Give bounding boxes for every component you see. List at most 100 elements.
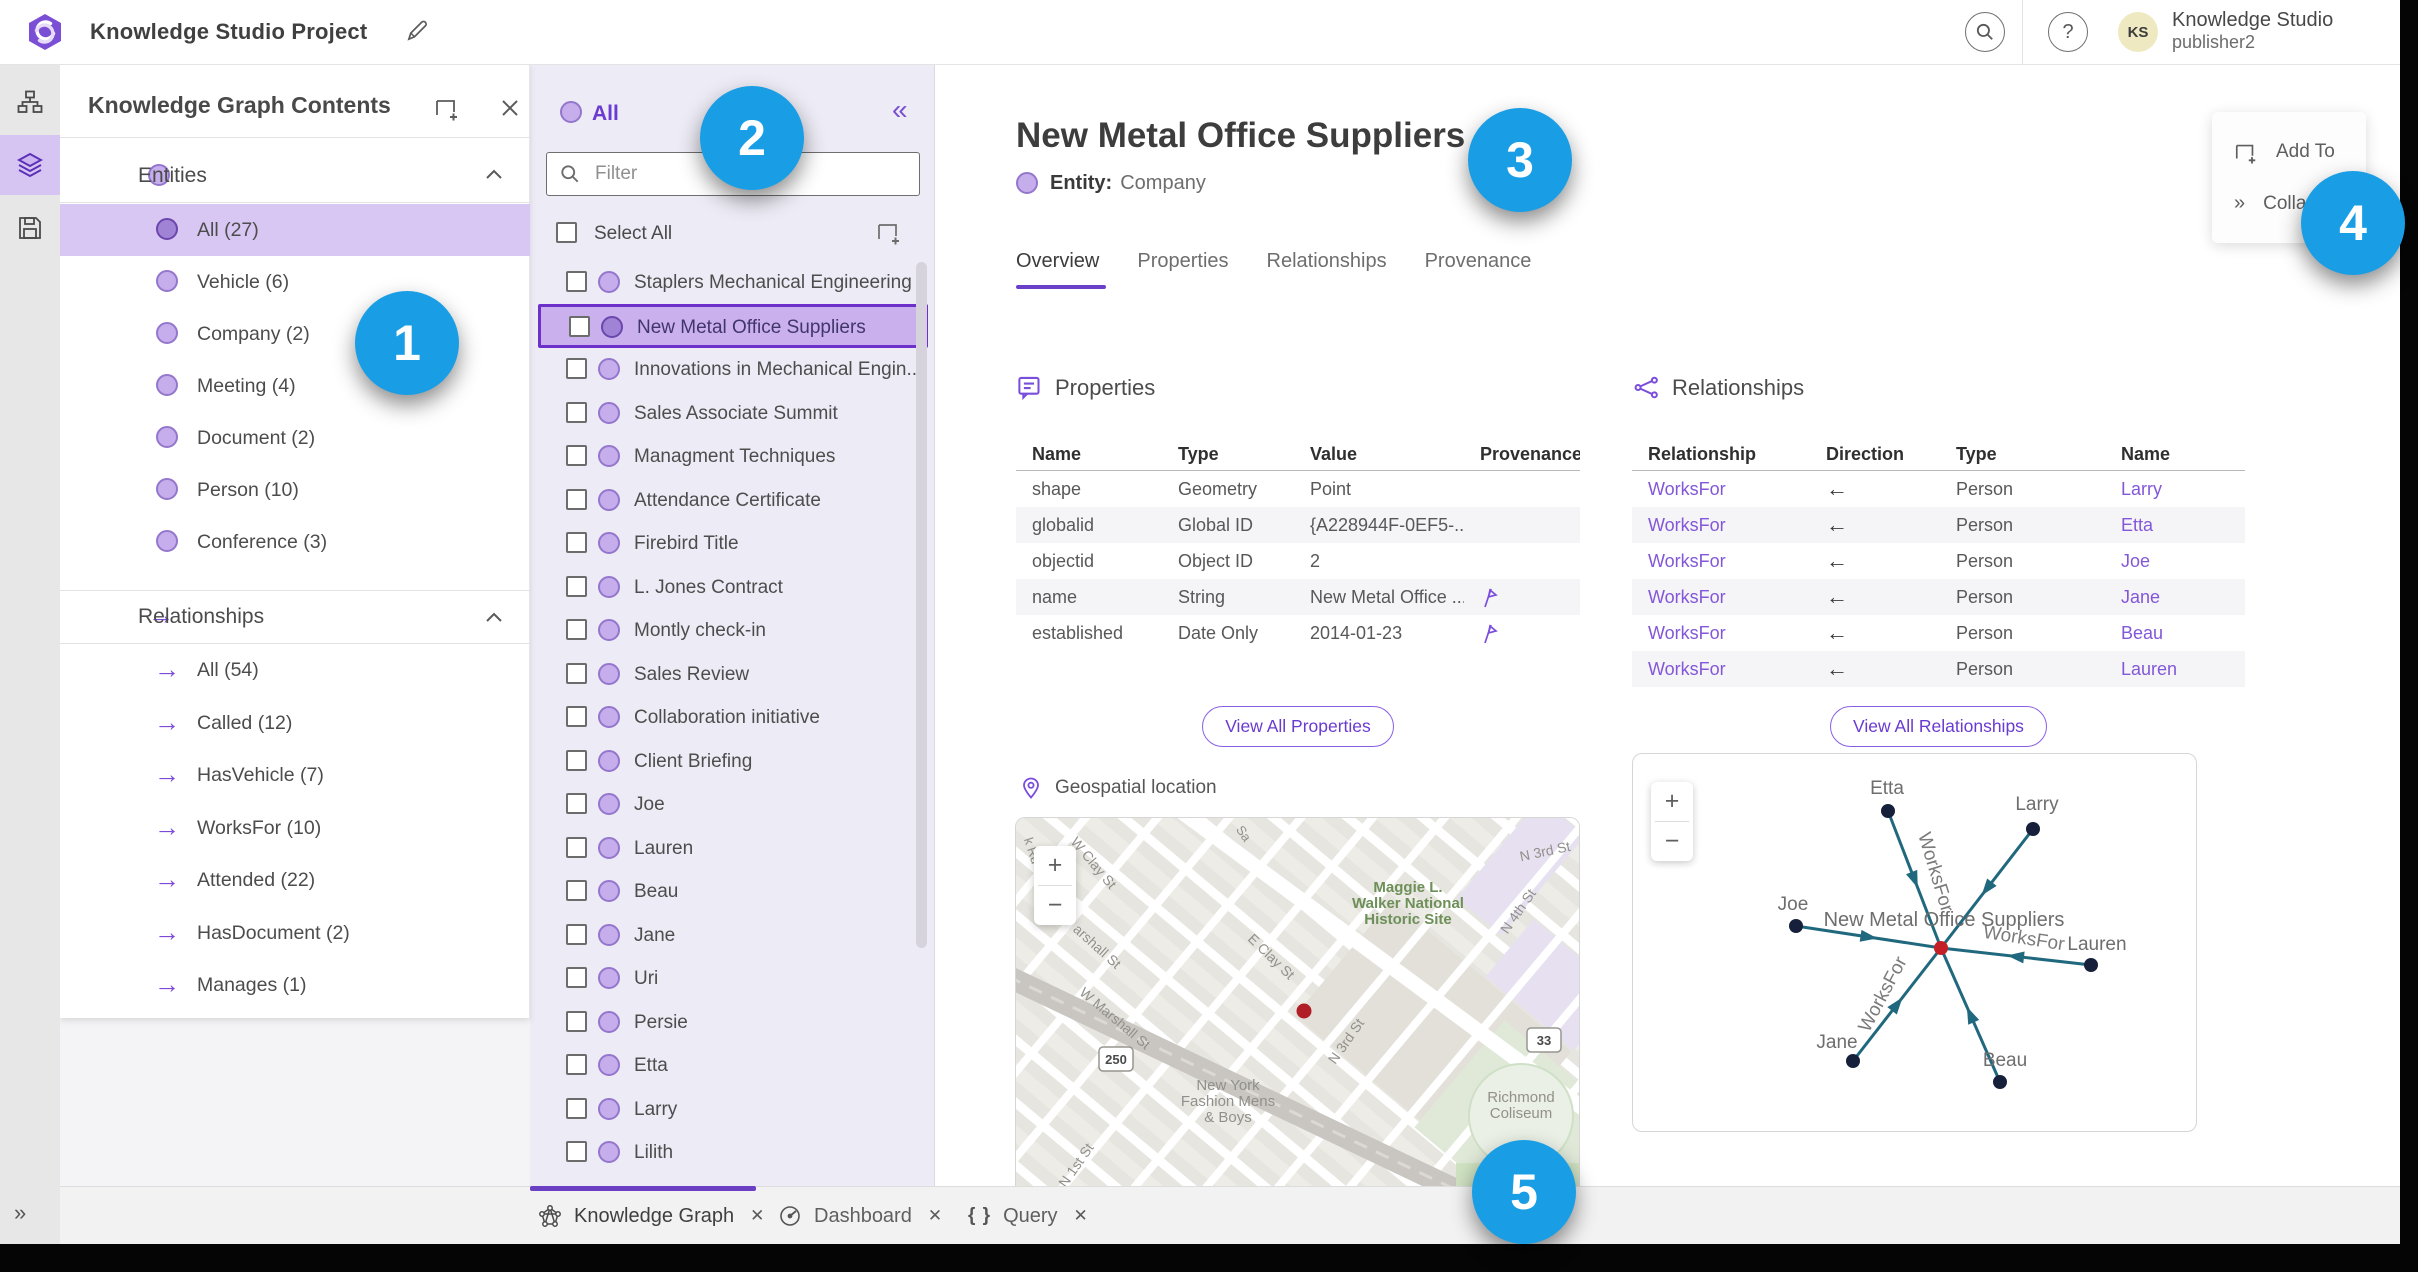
item-checkbox[interactable] [566,662,587,684]
related-entity-link[interactable]: Joe [2105,551,2245,572]
list-item[interactable]: Beau [538,869,928,913]
list-item[interactable]: Collaboration initiative [538,695,928,739]
relationship-link[interactable]: WorksFor [1632,623,1810,644]
sidebar-item-entity[interactable]: All (27) [60,204,530,256]
list-item[interactable]: Sales Review [538,652,928,696]
avatar[interactable]: KS [2118,12,2158,52]
relationship-link[interactable]: WorksFor [1632,659,1810,680]
item-checkbox[interactable] [566,880,587,901]
related-entity-link[interactable]: Jane [2105,587,2245,608]
tab-properties[interactable]: Properties [1137,250,1228,287]
sidebar-item-relationship[interactable]: → HasDocument (2) [60,907,530,959]
list-item[interactable]: Managment Techniques [538,434,928,478]
person-node[interactable] [1881,804,1895,818]
tab-relationships[interactable]: Relationships [1267,250,1387,287]
list-item[interactable]: Firebird Title [538,521,928,565]
entities-group-header[interactable]: Entities [60,150,530,202]
sidebar-item-relationship[interactable]: → HasVehicle (7) [60,749,530,801]
select-all-checkbox[interactable] [556,222,577,243]
list-item[interactable]: L. Jones Contract [538,565,928,609]
link-chart-view[interactable]: + − WorksFor WorksFor WorksFor New Metal Of… [1632,753,2197,1132]
list-item[interactable]: Staplers Mechanical Engineering [538,260,928,304]
person-node[interactable] [2084,958,2098,972]
table-row[interactable]: established Date Only 2014-01-23 [1016,615,1580,651]
table-row[interactable]: WorksFor ← Person Etta [1632,507,2245,543]
view-tab-knowledge-graph[interactable]: Knowledge Graph ✕ [538,1187,764,1244]
list-item[interactable]: Etta [538,1043,928,1087]
zoom-out-button[interactable]: − [1651,822,1693,861]
related-entity-link[interactable]: Etta [2105,515,2245,536]
collapse-panel-icon[interactable]: « [892,94,908,126]
view-tab-query[interactable]: { } Query ✕ [968,1187,1088,1244]
search-button[interactable] [1965,12,2005,52]
provenance-flag-icon[interactable] [1480,586,1500,608]
layers-icon[interactable] [14,149,46,181]
table-row[interactable]: objectid Object ID 2 [1016,543,1580,579]
relationship-link[interactable]: WorksFor [1632,551,1810,572]
item-checkbox[interactable] [566,923,587,945]
person-node[interactable] [1846,1054,1860,1068]
item-checkbox[interactable] [566,967,587,988]
item-checkbox[interactable] [566,358,587,379]
sidebar-item-entity[interactable]: Meeting (4) [60,360,530,412]
table-row[interactable]: WorksFor ← Person Lauren [1632,651,2245,687]
list-item[interactable]: Joe [538,782,928,826]
list-item[interactable]: Jane [538,913,928,957]
table-row[interactable]: WorksFor ← Person Jane [1632,579,2245,615]
sidebar-item-relationship[interactable]: → Attended (22) [60,854,530,906]
org-chart-icon[interactable] [14,86,46,118]
relationship-link[interactable]: WorksFor [1632,515,1810,536]
person-node[interactable] [1789,919,1803,933]
item-checkbox[interactable] [566,619,587,640]
sidebar-item-entity[interactable]: Person (10) [60,464,530,516]
sidebar-item-entity[interactable]: Document (2) [60,412,530,464]
sidebar-item-entity[interactable]: Company (2) [60,308,530,360]
list-item[interactable]: Persie [538,1000,928,1044]
list-item[interactable]: Lilith [538,1130,928,1174]
relationship-link[interactable]: WorksFor [1632,479,1810,500]
item-checkbox[interactable] [566,706,587,727]
table-row[interactable]: name String New Metal Office ... [1016,579,1580,615]
item-checkbox[interactable] [566,1141,587,1162]
item-checkbox[interactable] [566,836,587,858]
list-item[interactable]: Lauren [538,826,928,870]
item-checkbox[interactable] [566,1097,587,1119]
list-item[interactable]: Montly check-in [538,608,928,652]
view-all-relationships-button[interactable]: View All Relationships [1830,706,2047,747]
sidebar-item-relationship[interactable]: → All (54) [60,644,530,696]
view-tab-dashboard[interactable]: Dashboard ✕ [778,1187,942,1244]
item-checkbox[interactable] [566,575,587,597]
sidebar-item-entity[interactable]: Conference (3) [60,516,530,568]
table-row[interactable]: WorksFor ← Person Beau [1632,615,2245,651]
list-item[interactable]: Uri [538,956,928,1000]
close-tab-icon[interactable]: ✕ [1074,1206,1088,1226]
list-item[interactable]: Innovations in Mechanical Engin... [538,347,928,391]
edit-title-icon[interactable] [404,18,430,44]
chevron-up-icon[interactable] [485,611,503,623]
close-tab-icon[interactable]: ✕ [928,1206,942,1226]
table-row[interactable]: WorksFor ← Person Joe [1632,543,2245,579]
zoom-in-button[interactable]: + [1651,782,1693,821]
item-checkbox[interactable] [566,271,587,292]
item-checkbox[interactable] [566,445,587,466]
item-checkbox[interactable] [566,532,587,553]
related-entity-link[interactable]: Lauren [2105,659,2245,680]
related-entity-link[interactable]: Beau [2105,623,2245,644]
relationship-link[interactable]: WorksFor [1632,587,1810,608]
list-item[interactable]: Larry [538,1087,928,1131]
map-view[interactable]: + − k Rd W Clay St Sa N 3rd St Maggie L. Walk… [1015,817,1580,1196]
item-checkbox[interactable] [566,401,587,423]
list-item[interactable]: Client Briefing [538,739,928,783]
scrollbar[interactable] [916,262,927,948]
table-row[interactable]: WorksFor ← Person Larry [1632,471,2245,507]
related-entity-link[interactable]: Larry [2105,479,2245,500]
add-to-map-icon[interactable] [434,95,460,121]
close-icon[interactable] [497,95,523,121]
item-checkbox[interactable] [569,315,590,337]
table-row[interactable]: shape Geometry Point [1016,471,1580,507]
person-node[interactable] [2026,822,2040,836]
provenance-flag-icon[interactable] [1480,622,1500,644]
list-item[interactable]: Sales Associate Summit [538,391,928,435]
sidebar-item-relationship[interactable]: → Manages (1) [60,959,530,1011]
sidebar-item-relationship[interactable]: → Called (12) [60,697,530,749]
